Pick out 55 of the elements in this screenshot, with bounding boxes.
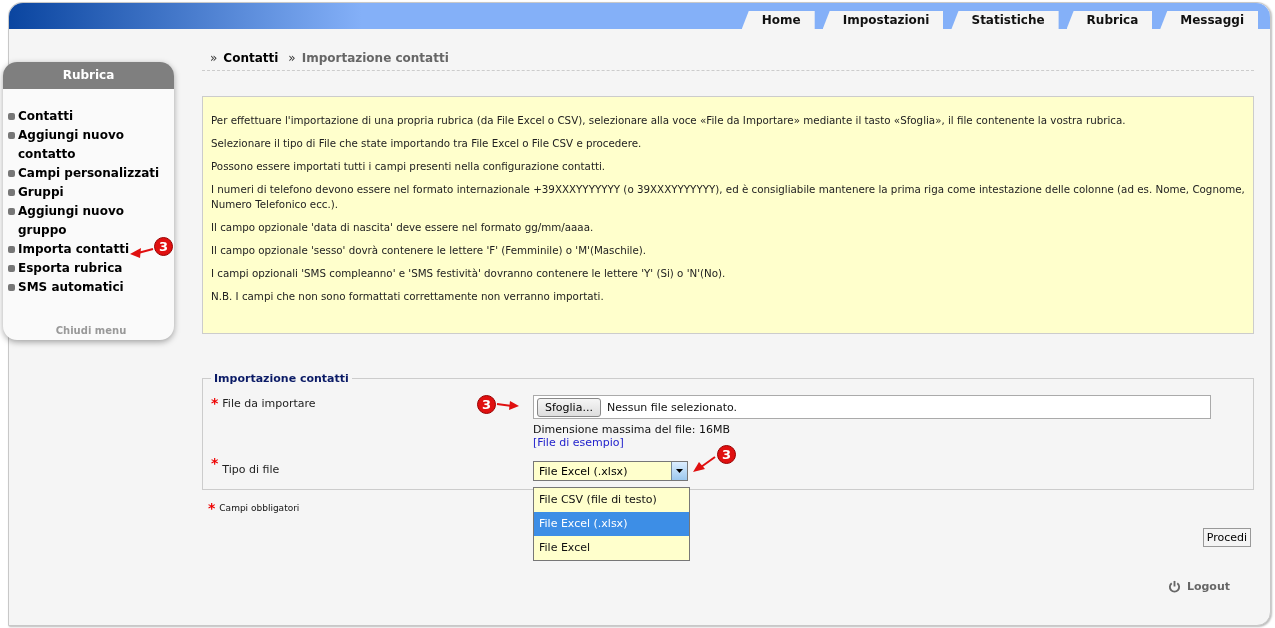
file-status: Nessun file selezionato. [606,400,737,414]
browse-button[interactable]: Sfoglia... [537,397,601,417]
required-mark: * [211,455,219,471]
breadcrumb-link[interactable]: Contatti [223,51,279,65]
info-text: Possono essere importati tutti i campi presenti nella configurazione contatti. [211,159,607,174]
sidebar-item[interactable]: Campi personalizzati [18,164,160,183]
bullet-icon [8,284,15,291]
sidebar-item[interactable]: Contatti [18,107,73,126]
required-mark: * [208,500,216,516]
arrow-icon [496,398,520,411]
nav-tab[interactable]: Statistiche [951,11,1059,29]
bullet-icon [8,208,15,215]
nav-tab[interactable]: Rubrica [1066,11,1153,29]
info-text: Il campo opzionale 'sesso' dovrà contenere le lettere 'F' (Femminile) o 'M'(Maschile). [211,243,647,258]
file-size-hint: Dimensione massima del file: 16MB [533,423,731,436]
number-badge: 3 [477,395,496,414]
bullet-icon [8,265,15,272]
number-badge: 3 [154,236,174,256]
bullet-icon [8,132,15,139]
info-text: I numeri di telefono devono essere nel formato internazionale +39XXXYYYYYYY (o 39XXXYYYYYYY), ed è consigliabile mantenere la prima riga come intestazione delle colonne (ad es. Nome, Cognome, Numero Telefonico ecc.). [211,182,1245,212]
info-text: Il campo opzionale 'data di nascita' deve essere nel formato gg/mm/aaaa. [211,220,595,235]
required-mark: * [211,395,219,411]
fieldset-legend: Importazione contatti [211,372,352,385]
proceed-button[interactable]: Procedi [1202,528,1251,547]
breadcrumb-separator: » [210,51,218,65]
info-text: N.B. I campi che non sono formattati correttamente non verranno importati. [211,289,605,304]
file-type-select[interactable]: File Excel (.xlsx) [533,461,688,481]
breadcrumb-link[interactable]: Importazione contatti [301,51,449,65]
nav-tab[interactable]: Impostazioni [822,11,944,29]
info-text: I campi opzionali 'SMS compleanno' e 'SMS festività' dovranno contenere le lettere 'Y' (Si) o 'N'(No). [211,266,727,281]
file-input[interactable]: Sfoglia... Nessun file selezionato. [533,395,1211,419]
logout-link[interactable]: Logout [1167,580,1230,593]
sidebar-item[interactable]: Aggiungi nuovo contatto [18,126,168,164]
info-text: Selezionare il tipo di File che state importando tra File Excel o File CSV e procedere. [211,136,643,151]
field-label: File da importare [222,396,316,410]
number-badge: 3 [717,444,736,464]
bullet-icon [8,113,15,120]
nav-tab[interactable]: Messaggi [1160,11,1258,29]
nav-tab[interactable]: Home [741,11,815,29]
info-text: Per effettuare l'importazione di una propria rubrica (da File Excel o CSV), selezionare alla voce «File da Importare» mediante il tasto «Sfoglia», il file contenente la vostra rubrica. [211,113,1127,128]
sidebar-item[interactable]: SMS automatici [18,278,124,297]
bullet-icon [8,189,15,196]
sidebar-item[interactable]: Importa contatti [18,240,130,259]
breadcrumb-separator: » [288,51,296,65]
sidebar-item[interactable]: Esporta rubrica [18,259,123,278]
field-label: Tipo di file [222,462,280,476]
required-note: Campi obbligatori [219,503,300,513]
sidebar-item[interactable]: Gruppi [18,183,64,202]
bullet-icon [8,170,15,177]
arrow-icon [693,453,717,473]
arrow-icon [130,246,155,258]
bullet-icon [8,246,15,253]
sample-file-link[interactable]: [File di esempio] [533,436,624,449]
sidebar-title: Rubrica [3,62,174,89]
power-icon [1167,580,1181,593]
